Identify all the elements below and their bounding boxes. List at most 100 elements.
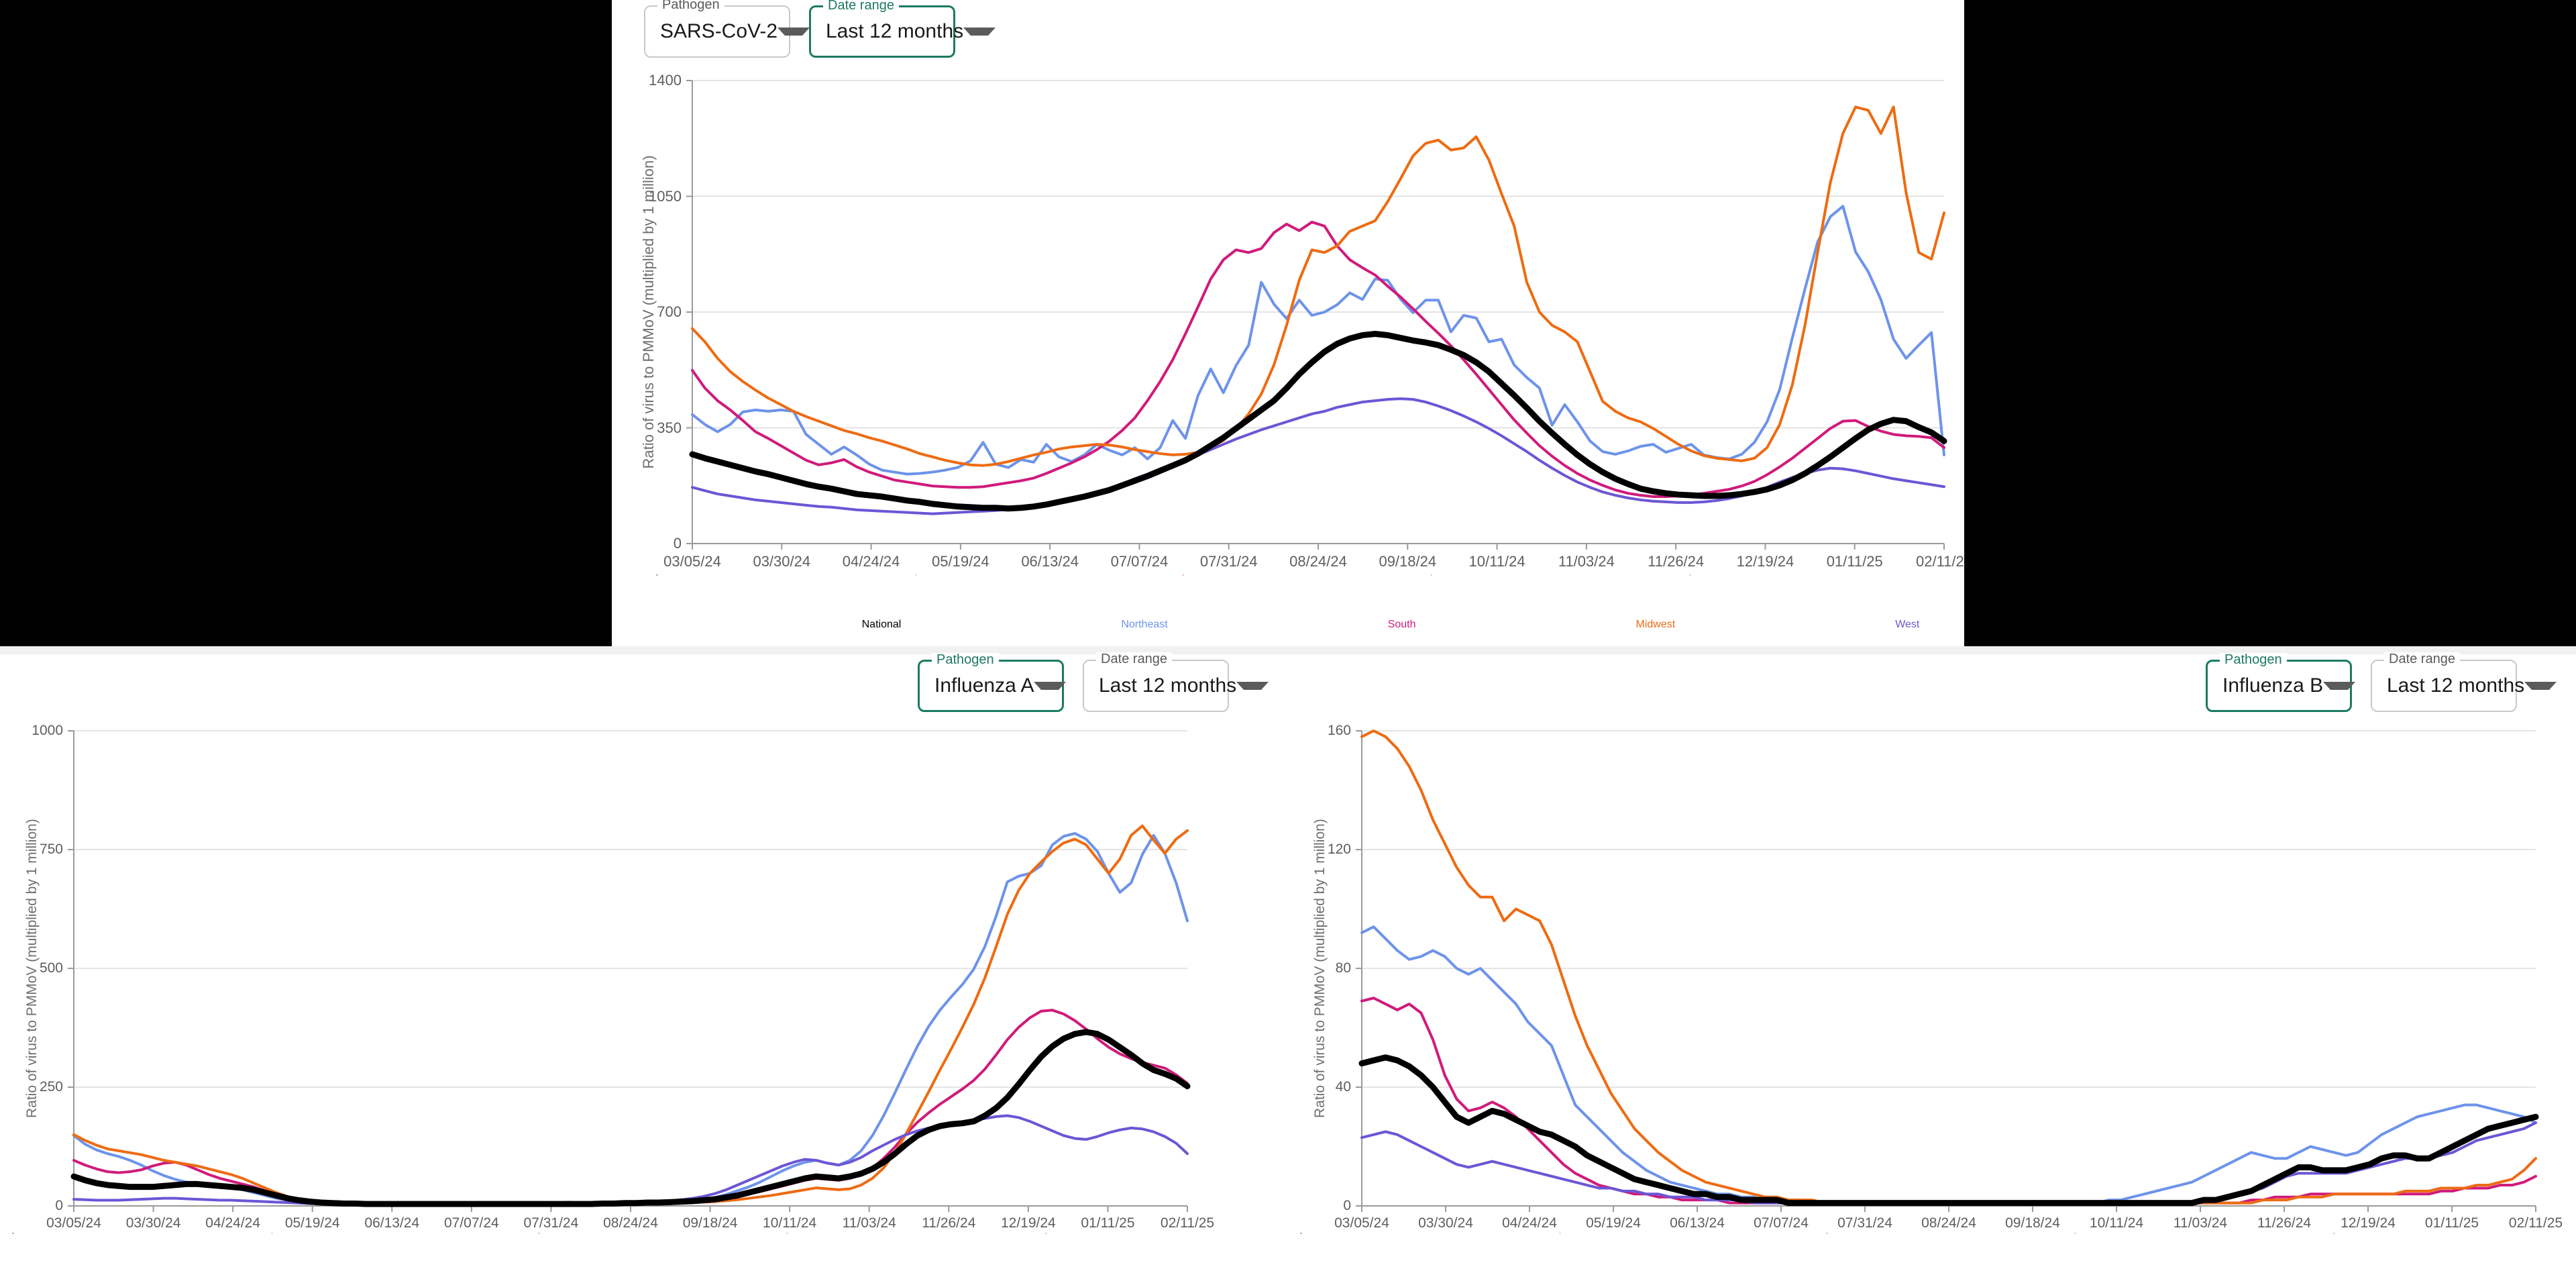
legend-item[interactable]: Northeast: [1560, 1233, 1811, 1269]
legend-item[interactable]: Northeast: [916, 574, 1168, 646]
y-axis-tick-label: 700: [657, 303, 682, 320]
legend-marker-icon: [656, 574, 657, 576]
x-axis-tick-label: 05/19/24: [932, 553, 989, 570]
legend-marker-icon: [916, 574, 917, 576]
x-axis-tick-label: 03/05/24: [46, 1215, 101, 1231]
pathogen-select-sars[interactable]: Pathogen SARS-CoV-2: [644, 0, 810, 58]
x-axis-tick-label: 03/30/24: [125, 1215, 181, 1231]
x-axis-tick-label: 02/11/25: [1915, 553, 1964, 570]
date-range-select-flub[interactable]: Date range Last 12 months: [2371, 652, 2557, 712]
legend-item[interactable]: Midwest: [786, 1233, 1032, 1269]
x-axis-tick-label: 11/26/24: [2257, 1215, 2312, 1231]
x-axis-tick-label: 08/24/24: [1921, 1215, 1976, 1231]
x-axis-tick-label: 03/05/24: [663, 553, 721, 570]
chevron-down-icon: [1236, 682, 1269, 690]
x-axis-tick-label: 11/03/24: [2173, 1215, 2228, 1231]
pathogen-select-flub[interactable]: Pathogen Influenza B: [2206, 653, 2356, 712]
legend-item[interactable]: South: [1182, 574, 1416, 646]
date-range-value-flub: Last 12 months: [2387, 674, 2525, 697]
legend-marker-icon: [1046, 1233, 1047, 1234]
legend-item[interactable]: Midwest: [1430, 574, 1676, 646]
legend-label: Northeast: [1121, 619, 1168, 630]
pathogen-value-sars: SARS-CoV-2: [660, 20, 778, 42]
y-axis-tick-label: 1400: [649, 72, 682, 89]
chart-legend: National Northeast South Midwest West: [1288, 1233, 2576, 1269]
pathogen-label-sars: Pathogen: [657, 0, 724, 11]
date-range-value-flua: Last 12 months: [1099, 674, 1237, 697]
chevron-down-icon: [2323, 682, 2356, 690]
influenza-a-chart: 0 250 500 750 1000 03/05/24 03/30/24 04/24/24 05…: [0, 719, 1288, 1262]
legend-marker-icon: [786, 1233, 788, 1234]
x-axis-tick-label: 02/11/25: [1160, 1215, 1215, 1231]
pathogen-label-flua: Pathogen: [932, 653, 999, 666]
legend-item[interactable]: Northeast: [272, 1233, 523, 1269]
y-axis-tick-label: 40: [1335, 1079, 1351, 1095]
x-axis-tick-label: 07/07/24: [1754, 1215, 1809, 1231]
x-axis-tick-label: 07/31/24: [523, 1215, 579, 1231]
legend-marker-icon: [1300, 1233, 1301, 1234]
legend-item[interactable]: National: [1300, 1233, 1546, 1269]
y-axis-tick-label: 0: [673, 535, 682, 552]
y-axis-tick-label: 0: [1343, 1198, 1351, 1213]
x-axis-tick-label: 08/24/24: [1289, 553, 1347, 570]
pathogen-value-flua: Influenza A: [934, 674, 1034, 697]
sars-cov-2-chart: 0 350 700 1050 1400 03/05/24 03/30/24 04/24/24 0…: [612, 67, 1964, 630]
x-axis-tick-label: 10/11/24: [763, 1215, 817, 1231]
x-axis-tick-label: 12/19/24: [1000, 1215, 1056, 1231]
x-axis-tick-label: 04/24/24: [1502, 1215, 1557, 1231]
x-axis-tick-label: 11/03/24: [1558, 553, 1615, 570]
x-axis-tick-label: 03/05/24: [1334, 1215, 1389, 1231]
legend-label: Midwest: [1635, 619, 1676, 630]
legend-marker-icon: [12, 1233, 13, 1234]
date-range-label-flua: Date range: [1096, 652, 1172, 666]
legend-marker-icon: [538, 1233, 539, 1234]
legend-marker-icon: [1560, 1233, 1561, 1234]
y-axis-tick-label: 750: [39, 842, 63, 857]
legend-marker-icon: [1826, 1233, 1827, 1234]
sars-cov-2-controls: Pathogen SARS-CoV-2 Date range Last 12 m…: [644, 0, 996, 58]
x-axis-tick-label: 04/24/24: [205, 1215, 261, 1231]
y-axis-tick-label: 80: [1335, 960, 1351, 976]
legend-marker-icon: [1690, 574, 1691, 576]
wastewater-dashboard: Pathogen SARS-CoV-2 Date range Last 12 m…: [0, 0, 2576, 1269]
legend-item[interactable]: South: [1826, 1233, 2060, 1269]
chevron-down-icon: [777, 28, 810, 36]
x-axis-tick-label: 07/07/24: [443, 1215, 499, 1231]
x-axis-tick-label: 10/11/24: [1468, 553, 1525, 570]
legend-item[interactable]: National: [12, 1233, 258, 1269]
legend-marker-icon: [2074, 1233, 2076, 1234]
y-axis-tick-label: 250: [39, 1079, 63, 1095]
x-axis-tick-label: 07/31/24: [1199, 553, 1258, 570]
x-axis-tick-label: 06/13/24: [1021, 553, 1079, 570]
x-axis-tick-label: 03/30/24: [753, 553, 811, 570]
y-axis-title: Ratio of virus to PMMoV (multiplied by 1…: [1312, 819, 1328, 1118]
y-axis-tick-label: 500: [39, 960, 63, 976]
legend-marker-icon: [1182, 574, 1183, 576]
pathogen-select-flua[interactable]: Pathogen Influenza A: [918, 653, 1067, 712]
x-axis-tick-label: 07/07/24: [1110, 553, 1169, 570]
x-axis-tick-label: 09/18/24: [682, 1215, 738, 1231]
y-axis-tick-label: 0: [55, 1198, 63, 1213]
x-axis-tick-label: 10/11/24: [2089, 1215, 2144, 1231]
influenza-b-controls: Pathogen Influenza B Date range Last 12 …: [2206, 652, 2557, 712]
legend-item[interactable]: National: [656, 574, 901, 646]
legend-item[interactable]: South: [538, 1233, 772, 1269]
band-divider: [0, 646, 2576, 654]
legend-item[interactable]: West: [2334, 1233, 2563, 1269]
x-axis-tick-label: 06/13/24: [364, 1215, 420, 1231]
date-range-label-flub: Date range: [2384, 652, 2460, 666]
legend-item[interactable]: West: [1690, 574, 1919, 646]
legend-item[interactable]: Midwest: [2074, 1233, 2320, 1269]
x-axis-tick-label: 03/30/24: [1418, 1215, 1473, 1231]
bottom-band: Pathogen Influenza A Date range Last 12 …: [0, 652, 2576, 1269]
y-axis-tick-label: 120: [1327, 842, 1351, 857]
legend-item[interactable]: West: [1046, 1233, 1275, 1269]
pathogen-label-flub: Pathogen: [2220, 653, 2287, 666]
x-axis-tick-label: 09/18/24: [2005, 1215, 2060, 1231]
x-axis-tick-label: 06/13/24: [1670, 1215, 1725, 1231]
chevron-down-icon: [1034, 682, 1067, 690]
y-axis-tick-label: 160: [1327, 723, 1351, 738]
date-range-select-sars[interactable]: Date range Last 12 months: [809, 0, 996, 58]
pathogen-value-flub: Influenza B: [2222, 674, 2324, 697]
date-range-select-flua[interactable]: Date range Last 12 months: [1083, 652, 1269, 712]
